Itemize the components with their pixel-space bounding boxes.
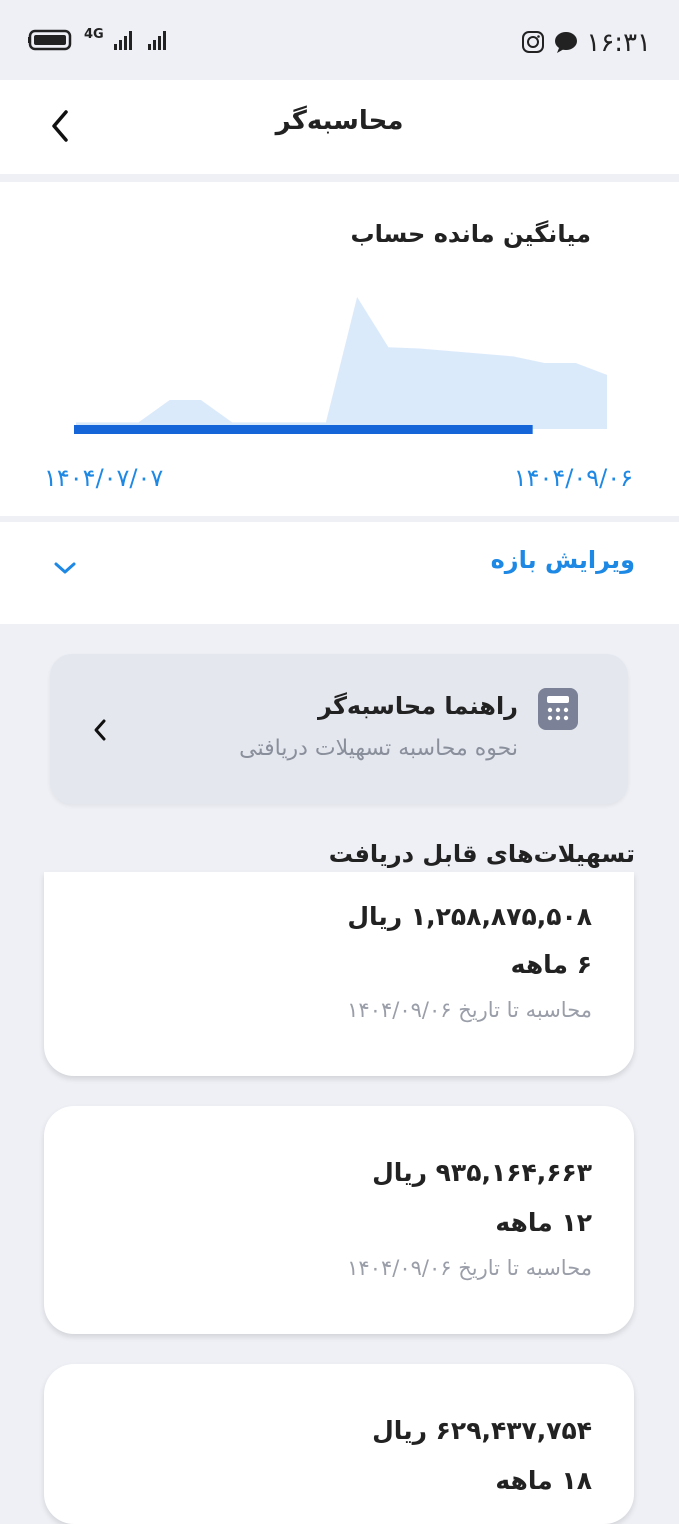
- loan-date-note: محاسبه تا تاریخ ۱۴۰۴/۰۹/۰۶: [347, 998, 592, 1022]
- loan-amount: ۶۲۹,۴۳۷,۷۵۴ ریال: [372, 1416, 592, 1445]
- chart-area: [76, 297, 607, 429]
- chat-icon: [555, 32, 577, 53]
- instagram-icon: [522, 31, 544, 53]
- section-title: تسهیلات‌های قابل دریافت: [328, 840, 635, 868]
- chart-selection-bar[interactable]: [74, 425, 533, 434]
- chart-start-date: ۱۴۰۴/۰۷/۰۷: [44, 464, 164, 492]
- loan-card[interactable]: ۶۲۹,۴۳۷,۷۵۴ ریال ۱۸ ماهه: [44, 1364, 634, 1524]
- guide-subtitle: نحوه محاسبه تسهیلات دریافتی: [239, 736, 518, 761]
- balance-chart-card: میانگین مانده حساب ۱۴۰۴/۰۷/۰۷ ۱۴۰۴/۰۹/۰۶: [0, 182, 679, 516]
- loan-term: ۶ ماهه: [510, 950, 592, 979]
- edit-range-toggle[interactable]: ویرایش بازه: [0, 522, 679, 624]
- chevron-left-icon: [94, 719, 106, 741]
- battery-icon: [28, 29, 72, 51]
- network-type: 4G: [84, 26, 104, 42]
- loan-card[interactable]: ۹۳۵,۱۶۴,۶۶۳ ریال ۱۲ ماهه محاسبه تا تاریخ…: [44, 1106, 634, 1334]
- signal-icon: [113, 31, 132, 50]
- page-title: محاسبه‌گر: [275, 106, 404, 136]
- loan-amount: ۹۳۵,۱۶۴,۶۶۳ ریال: [372, 1158, 592, 1187]
- chart-area-series: [76, 297, 607, 429]
- loan-term: ۱۲ ماهه: [495, 1208, 592, 1237]
- loan-term: ۱۸ ماهه: [495, 1466, 592, 1495]
- calculator-icon: [538, 688, 578, 730]
- status-bar: 4G ۱۶:۳۱: [0, 0, 679, 80]
- loan-card[interactable]: ۱,۲۵۸,۸۷۵,۵۰۸ ریال ۶ ماهه محاسبه تا تاری…: [44, 872, 634, 1076]
- loan-amount: ۱,۲۵۸,۸۷۵,۵۰۸ ریال: [347, 902, 592, 931]
- status-right-icons: [521, 30, 579, 54]
- chart-end-date: ۱۴۰۴/۰۹/۰۶: [513, 464, 633, 492]
- status-left-icons: 4G: [28, 26, 174, 52]
- edit-range-label: ویرایش بازه: [490, 546, 635, 574]
- calculator-guide-card[interactable]: راهنما محاسبه‌گر نحوه محاسبه تسهیلات دری…: [50, 654, 628, 804]
- status-time: ۱۶:۳۱: [586, 28, 651, 58]
- app-header: محاسبه‌گر: [0, 80, 679, 174]
- loan-date-note: محاسبه تا تاریخ ۱۴۰۴/۰۹/۰۶: [347, 1256, 592, 1280]
- chevron-down-icon: [54, 562, 76, 574]
- guide-title: راهنما محاسبه‌گر: [318, 692, 518, 720]
- signal-icon-2: [147, 31, 166, 50]
